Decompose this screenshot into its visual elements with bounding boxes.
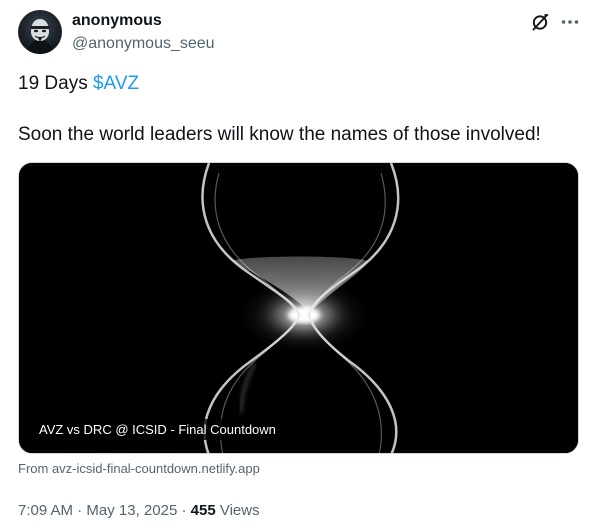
tweet-time[interactable]: 7:09 AM (18, 502, 73, 519)
meta-separator: · (73, 502, 87, 519)
avatar[interactable] (18, 10, 62, 54)
more-dots-icon (561, 20, 579, 24)
link-card[interactable]: AVZ vs DRC @ ICSID - Final Countdown (18, 162, 579, 454)
masked-figure-avatar-icon (26, 19, 54, 54)
tweet-text-line-1: 19 Days $AVZ (18, 73, 139, 95)
tweet-meta: 7:09 AM · May 13, 2025 · 455 Views (18, 502, 260, 519)
more-options-button[interactable] (557, 9, 583, 35)
meta-separator: · (177, 502, 191, 519)
grok-button[interactable] (527, 9, 553, 35)
grok-slash-circle-icon (532, 14, 549, 31)
views-label: Views (215, 502, 260, 519)
card-title: AVZ vs DRC @ ICSID - Final Countdown (33, 419, 282, 440)
tweet-text: 19 Days (18, 73, 93, 94)
views-count: 455 (190, 502, 216, 519)
tweet-date[interactable]: May 13, 2025 (86, 502, 177, 519)
cashtag-link[interactable]: $AVZ (93, 73, 139, 94)
tweet-text-line-2: Soon the world leaders will know the nam… (18, 124, 541, 145)
author-handle[interactable]: @anonymous_seeu (72, 35, 215, 53)
card-source-link[interactable]: From avz-icsid-final-countdown.netlify.a… (18, 461, 260, 476)
author-name[interactable]: anonymous (72, 12, 162, 30)
hourglass-icon (19, 163, 578, 453)
tweet: anonymous @anonymous_seeu 19 Days $AVZ S… (0, 0, 598, 528)
